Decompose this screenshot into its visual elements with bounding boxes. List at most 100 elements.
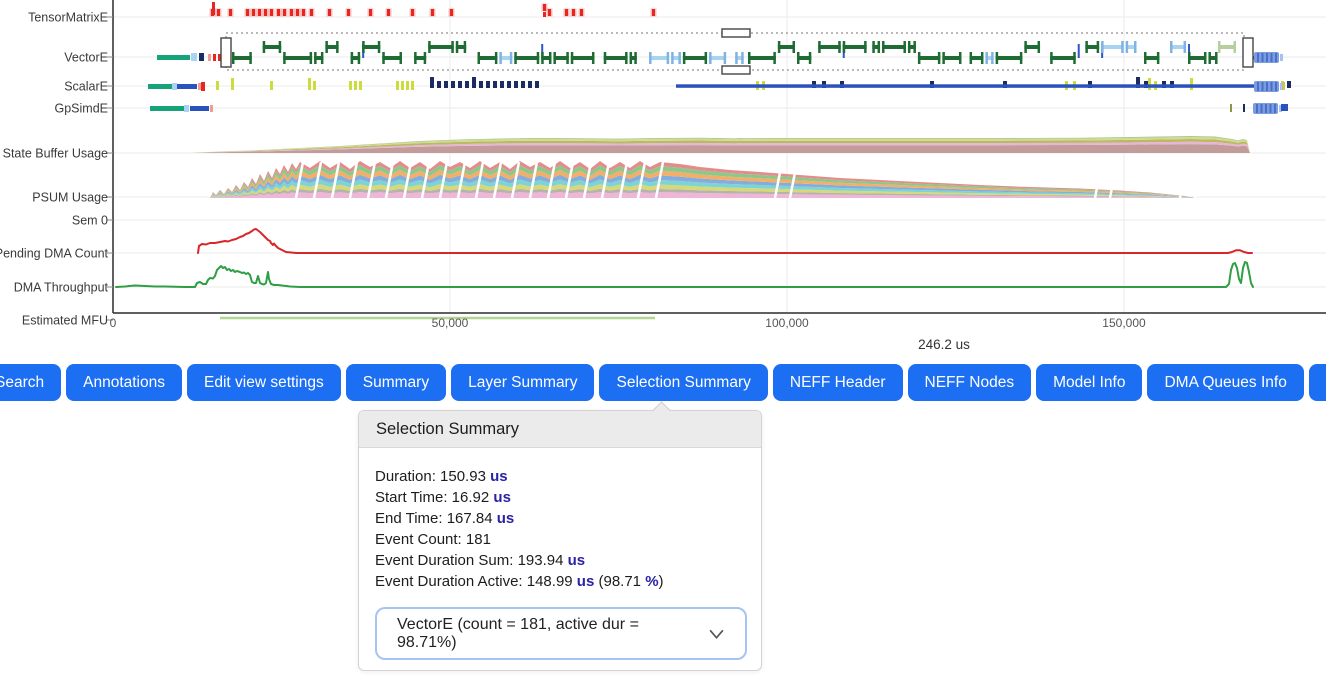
event-bar bbox=[981, 52, 984, 64]
event-bar bbox=[478, 56, 498, 60]
tensor-event-mark bbox=[302, 9, 305, 16]
toolbar-button-selection-summary[interactable]: Selection Summary bbox=[599, 364, 767, 401]
event-bar bbox=[667, 52, 670, 64]
dma-event-blob bbox=[1271, 53, 1273, 62]
tensor-event-mark bbox=[270, 9, 273, 16]
scalare-mark bbox=[270, 81, 273, 90]
toolbar-button-neff-nodes[interactable]: NEFF Nodes bbox=[908, 364, 1032, 401]
event-bar bbox=[748, 56, 776, 60]
event-bar bbox=[537, 52, 540, 64]
tensor-event-mark bbox=[572, 9, 575, 16]
event-bar bbox=[778, 41, 781, 53]
row-label-state-buffer-usage: State Buffer Usage bbox=[3, 147, 108, 161]
dma-event-blob bbox=[1261, 104, 1263, 113]
toolbar-button-annotations[interactable]: Annotations bbox=[66, 364, 182, 401]
event-bar bbox=[1121, 41, 1124, 53]
timeline-plot[interactable]: TensorMatrixEVectorEScalarEGpSimdEState … bbox=[0, 0, 1326, 358]
selection-handle-top[interactable] bbox=[722, 29, 750, 37]
timeline-chart[interactable]: TensorMatrixEVectorEScalarEGpSimdEState … bbox=[0, 0, 1326, 358]
dma-throughput-line bbox=[116, 262, 1253, 287]
event-bar bbox=[549, 52, 552, 64]
scalare-mark bbox=[437, 81, 441, 88]
event-bar bbox=[464, 41, 467, 53]
tensor-event-mark bbox=[217, 9, 220, 16]
tensor-event-mark bbox=[347, 9, 350, 16]
event-bar bbox=[514, 56, 539, 60]
toolbar-button-layer-summary[interactable]: Layer Summary bbox=[451, 364, 594, 401]
vectore-mark bbox=[208, 54, 211, 61]
scalare-mark bbox=[201, 82, 205, 91]
dma-event-blob bbox=[1257, 82, 1259, 91]
dma-event-blob bbox=[1257, 53, 1259, 62]
event-bar bbox=[818, 41, 821, 53]
event-bar bbox=[903, 41, 906, 53]
row-label-sem-0: Sem 0 bbox=[72, 214, 108, 228]
toolbar-button-neff-header[interactable]: NEFF Header bbox=[773, 364, 903, 401]
stat-end-time: End Time: 167.84 us bbox=[375, 508, 745, 529]
event-bar bbox=[553, 52, 556, 64]
event-bar bbox=[604, 52, 607, 64]
tensor-event-mark bbox=[652, 9, 655, 16]
selection-summary-popup: Selection Summary Duration: 150.93 usSta… bbox=[358, 410, 762, 671]
event-bar bbox=[683, 56, 707, 60]
event-bar bbox=[649, 56, 669, 60]
toolbar-button-model-info[interactable]: Model Info bbox=[1036, 364, 1142, 401]
event-bar bbox=[634, 52, 637, 64]
event-bar bbox=[1134, 41, 1137, 53]
event-bar bbox=[942, 56, 961, 60]
selection-handle-bottom[interactable] bbox=[722, 66, 750, 74]
scalare-mark bbox=[313, 81, 316, 90]
event-bar bbox=[263, 45, 281, 49]
scalare-mark bbox=[507, 81, 511, 88]
dma-event-blob bbox=[1274, 104, 1276, 113]
selection-handle-right[interactable] bbox=[1243, 38, 1253, 67]
dma-event-blob bbox=[1262, 82, 1264, 91]
tensor-event-mark bbox=[277, 9, 280, 16]
event-bar bbox=[283, 56, 312, 60]
event-bar bbox=[314, 52, 317, 64]
psum-notch bbox=[1180, 162, 1187, 198]
event-bar bbox=[336, 41, 339, 53]
toolbar-button-edit-view-settings[interactable]: Edit view settings bbox=[187, 364, 341, 401]
event-bar bbox=[325, 41, 328, 53]
toolbar-button-summary[interactable]: Summary bbox=[346, 364, 446, 401]
selection-handle-left[interactable] bbox=[221, 38, 231, 67]
x-tick-label: 50,000 bbox=[432, 316, 469, 330]
selection-stats: Duration: 150.93 usStart Time: 16.92 usE… bbox=[375, 466, 745, 592]
event-bar bbox=[809, 52, 812, 64]
x-tick-label: 100,000 bbox=[765, 316, 809, 330]
event-bar bbox=[649, 52, 652, 64]
engine-select-value: VectorE (count = 181, active dur = 98.71… bbox=[397, 616, 700, 652]
event-bar bbox=[918, 56, 940, 60]
event-bar bbox=[1101, 45, 1124, 49]
scalare-mark bbox=[359, 81, 362, 90]
event-bar bbox=[878, 41, 881, 53]
gpsimde-bar bbox=[190, 106, 209, 111]
gpsimde-mark bbox=[1230, 104, 1232, 112]
tensor-event-mark bbox=[565, 9, 568, 16]
event-bar bbox=[1126, 41, 1129, 53]
tensor-event-mark bbox=[543, 12, 546, 17]
scalare-mark bbox=[231, 78, 234, 90]
event-bar bbox=[263, 41, 266, 53]
dma-event-blob bbox=[1266, 82, 1268, 91]
event-bar bbox=[1208, 52, 1211, 64]
scalare-mark bbox=[458, 81, 462, 88]
event-bar bbox=[279, 41, 282, 53]
tensor-event-mark bbox=[252, 9, 255, 16]
toolbar-button-search[interactable]: Search bbox=[0, 364, 61, 401]
stat-event-duration-active: Event Duration Active: 148.99 us (98.71 … bbox=[375, 571, 745, 592]
event-bar bbox=[1050, 56, 1076, 60]
tensor-event-mark bbox=[411, 9, 414, 16]
event-bar bbox=[1085, 41, 1088, 53]
event-bar bbox=[959, 52, 962, 64]
engine-select[interactable]: VectorE (count = 181, active dur = 98.71… bbox=[375, 607, 747, 660]
tensor-event-mark bbox=[580, 9, 583, 16]
tensor-event-mark bbox=[290, 9, 293, 16]
event-bar bbox=[1215, 52, 1218, 64]
toolbar-button-dma-queues-info[interactable]: DMA Queues Info bbox=[1147, 364, 1303, 401]
toolbar-button-nc-memory[interactable]: NC Memory bbox=[1309, 364, 1326, 401]
scalare-mark bbox=[349, 81, 352, 90]
scalare-mark bbox=[430, 77, 434, 88]
event-bar bbox=[671, 52, 674, 64]
